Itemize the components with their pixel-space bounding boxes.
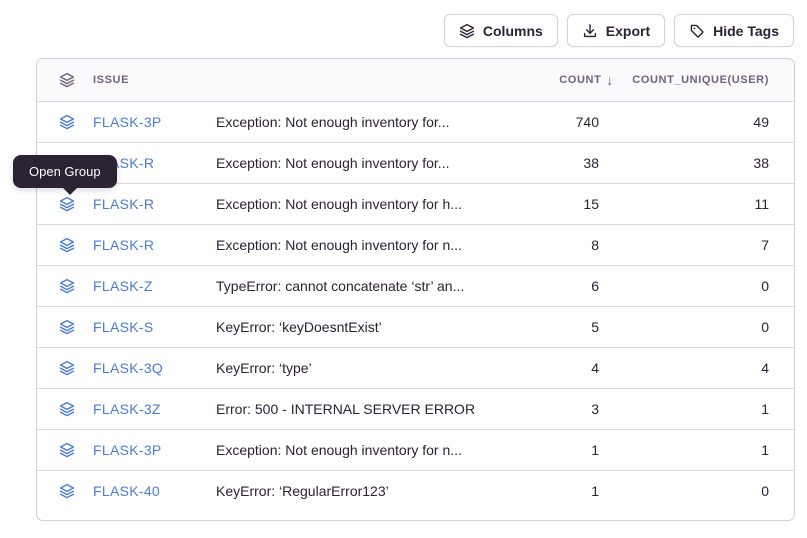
issue-message: Exception: Not enough inventory for n... — [216, 442, 504, 458]
issue-message: KeyError: ‘keyDoesntExist’ — [216, 319, 504, 335]
issue-message: Exception: Not enough inventory for n... — [216, 237, 504, 253]
table-row[interactable]: FLASK-R Exception: Not enough inventory … — [37, 183, 794, 224]
hide-tags-button[interactable]: Hide Tags — [674, 14, 794, 47]
issue-stack-icon[interactable] — [37, 360, 93, 376]
issue-stack-icon[interactable] — [37, 401, 93, 417]
columns-button[interactable]: Columns — [444, 14, 558, 47]
count-unique-value: 1 — [624, 442, 794, 458]
column-header-count[interactable]: COUNT ↓ — [504, 73, 624, 87]
count-value: 8 — [504, 237, 624, 253]
table-row[interactable]: FLASK-R Exception: Not enough inventory … — [37, 142, 794, 183]
count-value: 5 — [504, 319, 624, 335]
column-header-issue[interactable]: ISSUE — [93, 74, 504, 86]
count-unique-value: 49 — [624, 114, 794, 130]
count-value: 3 — [504, 401, 624, 417]
table-row[interactable]: FLASK-Z TypeError: cannot concatenate ‘s… — [37, 265, 794, 306]
table-row[interactable]: FLASK-3P Exception: Not enough inventory… — [37, 429, 794, 470]
table-row[interactable]: FLASK-R Exception: Not enough inventory … — [37, 224, 794, 265]
issue-message: Exception: Not enough inventory for... — [216, 114, 504, 130]
columns-button-label: Columns — [483, 23, 543, 39]
issue-link[interactable]: FLASK-R — [93, 237, 216, 253]
issue-link[interactable]: FLASK-Z — [93, 278, 216, 294]
count-value: 740 — [504, 114, 624, 130]
toolbar: Columns Export Hide Tags — [444, 14, 794, 47]
count-value: 1 — [504, 483, 624, 499]
table-row[interactable]: FLASK-3Z Error: 500 - INTERNAL SERVER ER… — [37, 388, 794, 429]
count-header-label: COUNT — [559, 74, 601, 86]
issue-message: Exception: Not enough inventory for... — [216, 155, 504, 171]
column-header-count-unique-user[interactable]: COUNT_UNIQUE(USER) — [624, 74, 794, 86]
issue-link[interactable]: FLASK-3P — [93, 114, 216, 130]
download-icon — [582, 23, 598, 39]
issue-link[interactable]: FLASK-R — [93, 196, 216, 212]
issue-stack-icon[interactable] — [37, 237, 93, 253]
table-row[interactable]: FLASK-3P Exception: Not enough inventory… — [37, 101, 794, 142]
count-unique-value: 0 — [624, 319, 794, 335]
table-body: FLASK-3P Exception: Not enough inventory… — [37, 101, 794, 520]
issue-message: Exception: Not enough inventory for h... — [216, 196, 504, 212]
count-unique-value: 0 — [624, 483, 794, 499]
count-unique-value: 0 — [624, 278, 794, 294]
issue-message: KeyError: ‘type’ — [216, 360, 504, 376]
hide-tags-button-label: Hide Tags — [713, 23, 779, 39]
issue-message: Error: 500 - INTERNAL SERVER ERROR — [216, 401, 504, 417]
count-value: 4 — [504, 360, 624, 376]
count-unique-value: 38 — [624, 155, 794, 171]
count-value: 15 — [504, 196, 624, 212]
issue-stack-icon[interactable] — [37, 319, 93, 335]
sort-descending-icon: ↓ — [606, 73, 614, 87]
layers-icon — [459, 23, 475, 39]
issue-link[interactable]: FLASK-S — [93, 319, 216, 335]
count-unique-value: 1 — [624, 401, 794, 417]
issue-stack-icon[interactable] — [37, 278, 93, 294]
issue-stack-icon[interactable] — [37, 196, 93, 212]
open-group-tooltip: Open Group — [13, 155, 117, 188]
count-value: 38 — [504, 155, 624, 171]
issues-table: ISSUE COUNT ↓ COUNT_UNIQUE(USER) FLASK-3… — [36, 58, 795, 521]
issue-message: TypeError: cannot concatenate ‘str’ an..… — [216, 278, 504, 294]
count-unique-value: 7 — [624, 237, 794, 253]
issue-link[interactable]: FLASK-40 — [93, 483, 216, 499]
issue-link[interactable]: FLASK-3Z — [93, 401, 216, 417]
issue-stack-icon[interactable] — [37, 442, 93, 458]
tag-icon — [689, 23, 705, 39]
tooltip-arrow — [63, 188, 77, 195]
export-button-label: Export — [606, 23, 650, 39]
issue-stack-icon[interactable] — [37, 483, 93, 499]
count-unique-value: 4 — [624, 360, 794, 376]
issue-link[interactable]: FLASK-3P — [93, 442, 216, 458]
table-row[interactable]: FLASK-40 KeyError: ‘RegularError123’ 1 0 — [37, 470, 794, 511]
tooltip-label: Open Group — [29, 164, 101, 179]
export-button[interactable]: Export — [567, 14, 665, 47]
issue-stack-icon[interactable] — [37, 114, 93, 130]
count-unique-value: 11 — [624, 196, 794, 212]
count-value: 1 — [504, 442, 624, 458]
issue-link[interactable]: FLASK-3Q — [93, 360, 216, 376]
issue-message: KeyError: ‘RegularError123’ — [216, 483, 504, 499]
count-value: 6 — [504, 278, 624, 294]
table-row[interactable]: FLASK-S KeyError: ‘keyDoesntExist’ 5 0 — [37, 306, 794, 347]
table-row[interactable]: FLASK-3Q KeyError: ‘type’ 4 4 — [37, 347, 794, 388]
issue-column-layers-icon — [37, 72, 93, 88]
table-header-row: ISSUE COUNT ↓ COUNT_UNIQUE(USER) — [37, 59, 794, 101]
